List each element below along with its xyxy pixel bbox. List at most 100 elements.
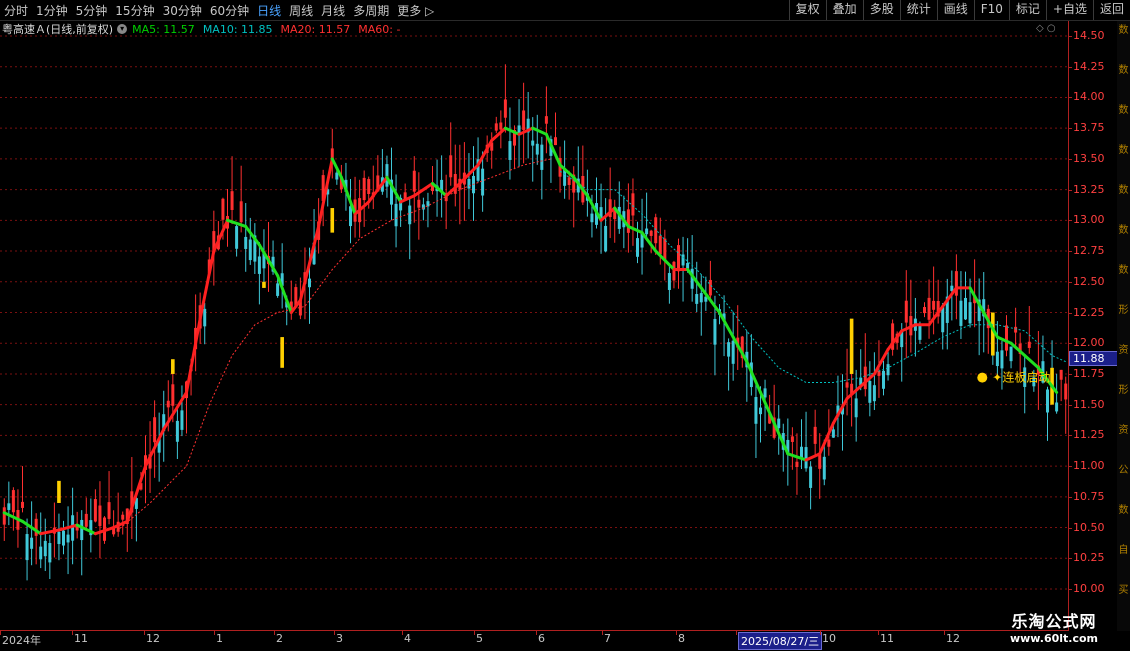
candle-body — [1064, 383, 1068, 400]
toolbar-button-3[interactable]: 统计 — [899, 0, 937, 20]
tab-period-1[interactable]: 1分钟 — [36, 2, 68, 19]
toolbar-button-0[interactable]: 复权 — [788, 0, 826, 20]
ma5-line-segment — [531, 126, 548, 136]
candle-body — [658, 235, 662, 255]
candle-body — [932, 300, 936, 310]
ma5-line-segment — [317, 157, 334, 228]
price-tick-label: 11.75 — [1073, 366, 1105, 380]
date-label: 10 — [822, 632, 836, 645]
price-tick-mark — [1069, 189, 1072, 191]
date-tick — [944, 631, 945, 635]
toolbar-button-4[interactable]: 画线 — [936, 0, 974, 20]
side-tab-8[interactable]: 资 — [1117, 345, 1130, 357]
candle-body — [230, 191, 234, 210]
signal-bar — [330, 208, 335, 233]
ma5-line-segment — [399, 194, 416, 204]
toolbar-button-6[interactable]: 标记 — [1008, 0, 1046, 20]
ma5-line-segment — [859, 372, 876, 388]
price-tick-mark — [1069, 373, 1072, 375]
tab-period-10[interactable]: 更多 ▷ — [397, 2, 434, 19]
candle-body — [535, 143, 539, 155]
side-tab-strip[interactable]: 数数数数数数数形资形资公数自买 — [1117, 21, 1130, 631]
date-tick — [214, 631, 215, 635]
side-tab-12[interactable]: 数 — [1117, 505, 1130, 517]
date-tick — [602, 631, 603, 635]
ma5-line-segment — [872, 347, 890, 376]
candle-body — [667, 273, 671, 290]
ma5-line-segment — [339, 175, 357, 216]
ma5-line-segment — [112, 519, 129, 530]
toolbar-button-8[interactable]: 返回 — [1092, 0, 1130, 20]
price-tick-label: 10.75 — [1073, 489, 1105, 503]
tab-period-3[interactable]: 15分钟 — [115, 2, 154, 19]
watermark-title: 乐淘公式网 — [1011, 612, 1097, 631]
candle-body — [481, 168, 485, 196]
price-tick-mark — [1069, 589, 1072, 590]
candle-body — [335, 172, 339, 180]
toolbar-button-5[interactable]: F10 — [973, 0, 1009, 20]
annotation-label: ✦连板启动 — [992, 370, 1050, 385]
tab-period-2[interactable]: 5分钟 — [76, 2, 108, 19]
candle-body — [1009, 346, 1013, 362]
date-label: 12 — [146, 632, 160, 645]
side-tab-6[interactable]: 数 — [1117, 265, 1130, 277]
candle-body — [626, 209, 630, 233]
price-tick-label: 14.00 — [1073, 90, 1105, 104]
side-tab-9[interactable]: 形 — [1117, 385, 1130, 397]
side-tab-10[interactable]: 资 — [1117, 425, 1130, 437]
candle-body — [248, 239, 252, 261]
price-tick-mark — [1069, 496, 1072, 498]
candle-body — [790, 436, 794, 442]
candle-body — [681, 254, 685, 266]
tab-period-8[interactable]: 月线 — [321, 2, 345, 19]
toolbar-button-7[interactable]: +自选 — [1045, 0, 1093, 20]
candle-body — [499, 122, 503, 130]
candle-body — [30, 537, 34, 549]
candle-body — [827, 439, 831, 447]
tab-period-5[interactable]: 60分钟 — [210, 2, 249, 19]
ma5-line-segment — [927, 304, 945, 327]
side-tab-5[interactable]: 数 — [1117, 225, 1130, 237]
candle-body — [822, 456, 826, 480]
candle-body — [367, 179, 371, 195]
candle-body — [1055, 402, 1059, 412]
ma5-line-segment — [276, 274, 293, 314]
candle-body — [959, 300, 963, 326]
candle-body — [872, 385, 876, 402]
tab-period-7[interactable]: 周线 — [289, 2, 313, 19]
ma5-line-segment — [476, 138, 494, 167]
candle-body — [2, 507, 6, 525]
ma5-line-segment — [731, 335, 749, 364]
side-tab-0[interactable]: 数 — [1117, 25, 1130, 37]
candle-body — [80, 519, 84, 541]
price-tick-mark — [1069, 435, 1072, 437]
candlestick-chart[interactable]: ✦连板启动 — [0, 21, 1068, 630]
signal-bar — [57, 480, 61, 503]
side-tab-7[interactable]: 形 — [1117, 305, 1130, 317]
date-axis: 2024年 11 12 1 2 3 4 5 6 7 8 2025/08/27/三 10 11 12 — [0, 630, 1068, 651]
side-tab-14[interactable]: 买 — [1117, 585, 1130, 597]
tab-period-9[interactable]: 多周期 — [353, 2, 389, 19]
candle-body — [62, 530, 65, 546]
side-tab-11[interactable]: 公 — [1117, 465, 1130, 477]
side-tab-2[interactable]: 数 — [1117, 105, 1130, 117]
tab-period-6[interactable]: 日线 — [257, 2, 281, 19]
current-price-tag: 11.88 — [1069, 350, 1122, 366]
candle-body — [863, 366, 867, 390]
toolbar-button-2[interactable]: 多股 — [862, 0, 900, 20]
toolbar-button-1[interactable]: 叠加 — [825, 0, 863, 20]
candle-body — [813, 426, 817, 444]
side-tab-1[interactable]: 数 — [1117, 65, 1130, 77]
candle-body — [276, 283, 280, 296]
side-tab-13[interactable]: 自 — [1117, 545, 1130, 557]
price-tick-label: 13.50 — [1073, 151, 1105, 165]
price-tick-label: 12.50 — [1073, 274, 1105, 288]
signal-bar — [280, 337, 284, 368]
ma5-line-segment — [845, 384, 863, 401]
tab-period-0[interactable]: 分时 — [4, 2, 28, 19]
tab-period-4[interactable]: 30分钟 — [163, 2, 202, 19]
ma5-line-segment — [640, 231, 658, 253]
date-tick — [144, 631, 145, 635]
side-tab-4[interactable]: 数 — [1117, 185, 1130, 197]
side-tab-3[interactable]: 数 — [1117, 145, 1130, 157]
